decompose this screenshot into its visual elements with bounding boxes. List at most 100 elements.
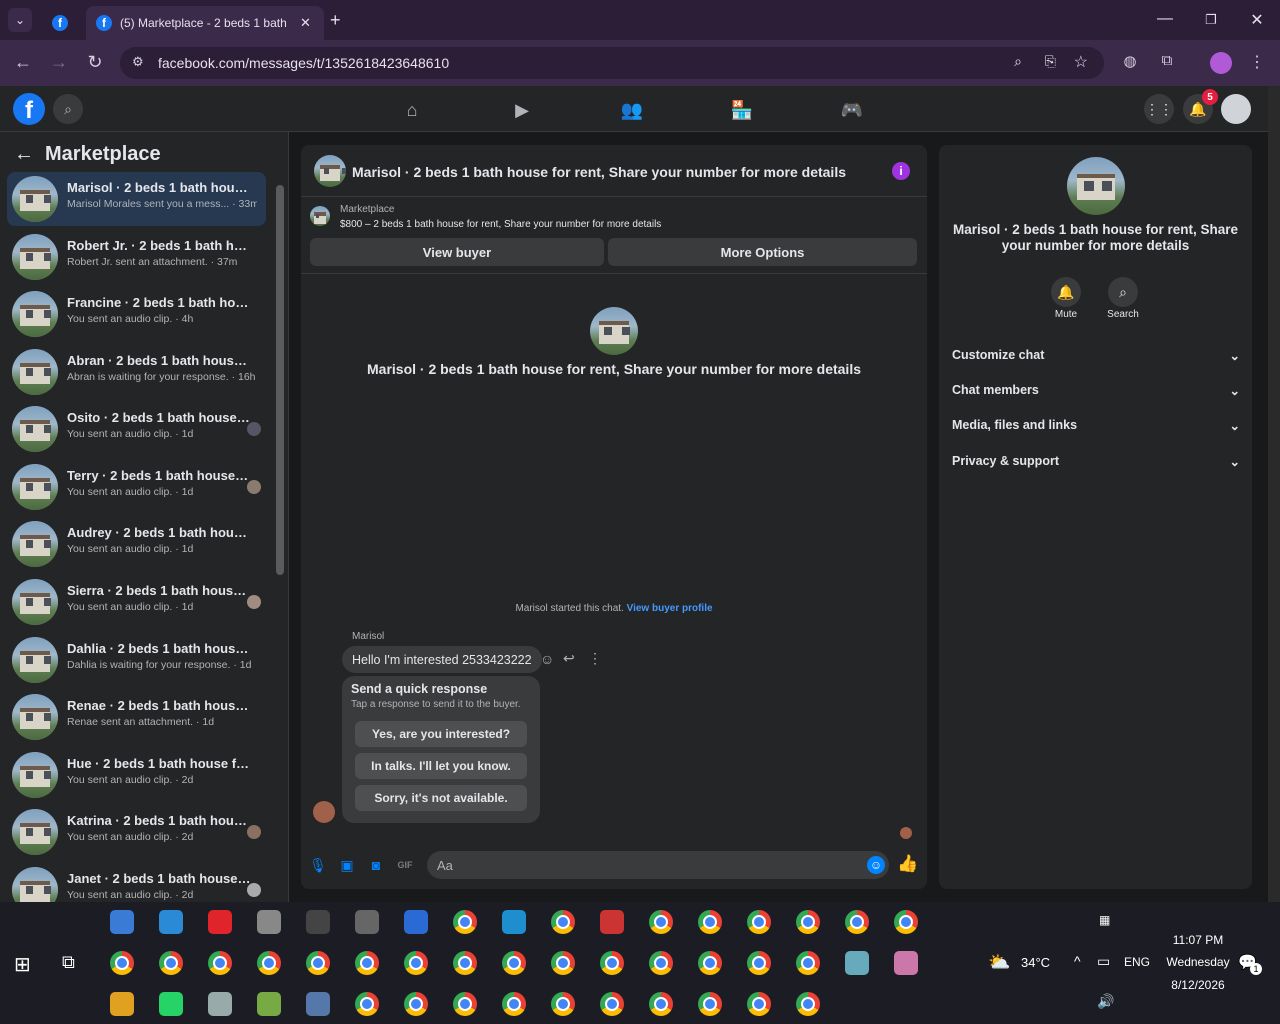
weather-temperature[interactable]: 34°C	[1021, 955, 1050, 970]
video-icon[interactable]: ▶	[510, 98, 534, 122]
section-chat-members[interactable]: Chat members ⌄	[952, 383, 1240, 398]
conversation-item[interactable]: Osito · 2 beds 1 bath house f... You sent…	[7, 402, 266, 456]
network-icon[interactable]: ▭	[1097, 953, 1110, 970]
tab-pinned-facebook[interactable]: f	[40, 6, 80, 40]
store-icon[interactable]	[110, 910, 134, 934]
section-privacy-support[interactable]: Privacy & support ⌄	[952, 454, 1240, 469]
conversation-item[interactable]: Audrey · 2 beds 1 bath house fo... You se…	[7, 517, 266, 571]
remote-icon[interactable]	[159, 910, 183, 934]
message-bubble[interactable]: Hello I'm interested 2533423222	[342, 646, 542, 673]
conversation-item[interactable]: Katrina · 2 beds 1 bath house ... You sen…	[7, 805, 266, 859]
back-arrow-icon[interactable]: ←	[14, 143, 34, 166]
conversation-item[interactable]: Robert Jr. · 2 beds 1 bath house ... Robe…	[7, 230, 266, 284]
volume-icon[interactable]: 🔊	[1097, 993, 1114, 1010]
install-app-icon[interactable]: ⎘	[1045, 53, 1056, 70]
chrome-icon[interactable]	[453, 951, 477, 975]
contacts-icon[interactable]	[306, 992, 330, 1016]
chrome-icon[interactable]	[796, 951, 820, 975]
tab-search-button[interactable]: ⌄	[8, 8, 32, 32]
search-icon[interactable]: ⌕	[53, 94, 83, 124]
listing-summary[interactable]: $800 – 2 beds 1 bath house for rent, Sha…	[340, 219, 661, 230]
weather-icon[interactable]: ⛅	[988, 952, 1010, 973]
view-buyer-profile-link[interactable]: View buyer profile	[627, 603, 713, 614]
chrome-icon[interactable]	[698, 951, 722, 975]
quick-response-sorry-button[interactable]: Sorry, it's not available.	[355, 785, 527, 811]
chrome-icon[interactable]	[355, 951, 379, 975]
image-viewer-icon[interactable]	[208, 992, 232, 1016]
snipping-icon[interactable]	[600, 910, 624, 934]
search-icon[interactable]: ⌕	[1108, 277, 1138, 307]
account-avatar[interactable]	[1221, 94, 1251, 124]
tab-close-icon[interactable]: ✕	[300, 15, 311, 31]
chrome-icon[interactable]	[600, 992, 624, 1016]
section-customize-chat[interactable]: Customize chat ⌄	[952, 348, 1240, 363]
back-button[interactable]: ←	[11, 52, 35, 73]
whatsapp-icon[interactable]	[159, 992, 183, 1016]
security-icon[interactable]	[306, 910, 330, 934]
clock-time[interactable]: 11:07 PM	[1158, 933, 1238, 947]
page-scrollbar[interactable]	[1268, 86, 1280, 902]
chat-avatar[interactable]	[314, 155, 346, 187]
microphone-icon[interactable]: 🎙	[309, 856, 327, 874]
view-buyer-button[interactable]: View buyer	[310, 238, 604, 266]
sidebar-scrollbar[interactable]	[276, 185, 284, 575]
windows-start-icon[interactable]: ⊞	[14, 952, 31, 977]
react-emoji-icon[interactable]: ☺	[540, 651, 554, 667]
chrome-icon[interactable]	[845, 910, 869, 934]
chrome-icon[interactable]	[796, 910, 820, 934]
conversation-item[interactable]: Marisol · 2 beds 1 bath house fo... Maris…	[7, 172, 266, 226]
quick-response-yes-button[interactable]: Yes, are you interested?	[355, 721, 527, 747]
chrome-icon[interactable]	[747, 910, 771, 934]
chrome-icon[interactable]	[649, 951, 673, 975]
zoom-icon[interactable]: ⌕	[1014, 53, 1022, 70]
conversation-item[interactable]: Renae · 2 beds 1 bath house for ... Renae…	[7, 690, 266, 744]
chrome-icon[interactable]	[551, 992, 575, 1016]
conversation-item[interactable]: Hue · 2 beds 1 bath house for re... You s…	[7, 748, 266, 802]
chrome-icon[interactable]	[257, 951, 281, 975]
chrome-icon[interactable]	[551, 951, 575, 975]
chrome-icon[interactable]	[649, 992, 673, 1016]
chrome-icon[interactable]	[796, 992, 820, 1016]
conversation-item[interactable]: Dahlia · 2 beds 1 bath house for... Dahli…	[7, 633, 266, 687]
restore-button[interactable]: ❐	[1201, 12, 1221, 28]
facebook-logo[interactable]: f	[13, 93, 45, 125]
sender-avatar[interactable]	[313, 801, 335, 823]
forward-button[interactable]: →	[47, 52, 71, 73]
friends-icon[interactable]: 👥	[620, 98, 644, 122]
more-options-button[interactable]: More Options	[608, 238, 917, 266]
show-hidden-icons-icon[interactable]: ^	[1074, 953, 1081, 969]
settings-icon[interactable]	[355, 910, 379, 934]
menu-grid-icon[interactable]: ⋮⋮	[1144, 94, 1174, 124]
chrome-icon[interactable]	[355, 992, 379, 1016]
chrome-icon[interactable]	[747, 951, 771, 975]
conversation-item[interactable]: Sierra · 2 beds 1 bath house f... You sen…	[7, 575, 266, 629]
sticker-icon[interactable]: ◙	[367, 856, 385, 874]
chrome-icon[interactable]	[894, 910, 918, 934]
conversation-item[interactable]: Abran · 2 beds 1 bath house for ... Abran…	[7, 345, 266, 399]
notes-icon[interactable]	[845, 951, 869, 975]
home-icon[interactable]: ⌂	[400, 98, 424, 122]
info-icon[interactable]: i	[892, 162, 910, 180]
thumbs-up-icon[interactable]: 👍	[897, 854, 918, 873]
chrome-icon[interactable]	[453, 910, 477, 934]
address-bar[interactable]: ⚙ facebook.com/messages/t/13526184236486…	[120, 47, 1104, 79]
chrome-icon[interactable]	[159, 951, 183, 975]
extensions-icon[interactable]: ⧉	[1155, 52, 1179, 69]
close-window-button[interactable]: ✕	[1247, 10, 1267, 30]
vpn-globe-icon[interactable]: ◍	[1118, 52, 1142, 70]
chrome-icon[interactable]	[208, 951, 232, 975]
conversation-item[interactable]: Terry · 2 beds 1 bath house fo... You sen…	[7, 460, 266, 514]
chatgpt-icon[interactable]	[257, 910, 281, 934]
section-media-files-links[interactable]: Media, files and links ⌄	[952, 418, 1240, 433]
chrome-icon[interactable]	[404, 951, 428, 975]
tab-active[interactable]: f (5) Marketplace - 2 beds 1 bath ✕	[86, 6, 324, 40]
profile-avatar[interactable]	[1210, 52, 1232, 74]
gaming-icon[interactable]: 🎮	[840, 98, 864, 122]
message-input[interactable]: Aa ☺	[427, 851, 889, 879]
chat-title[interactable]: Marisol · 2 beds 1 bath house for rent, …	[352, 164, 846, 180]
chrome-icon[interactable]	[502, 951, 526, 975]
emoji-icon[interactable]: ☺	[867, 856, 885, 874]
chrome-icon[interactable]	[649, 910, 673, 934]
mute-bell-icon[interactable]: 🔔	[1051, 277, 1081, 307]
reply-icon[interactable]: ↩	[563, 650, 575, 667]
